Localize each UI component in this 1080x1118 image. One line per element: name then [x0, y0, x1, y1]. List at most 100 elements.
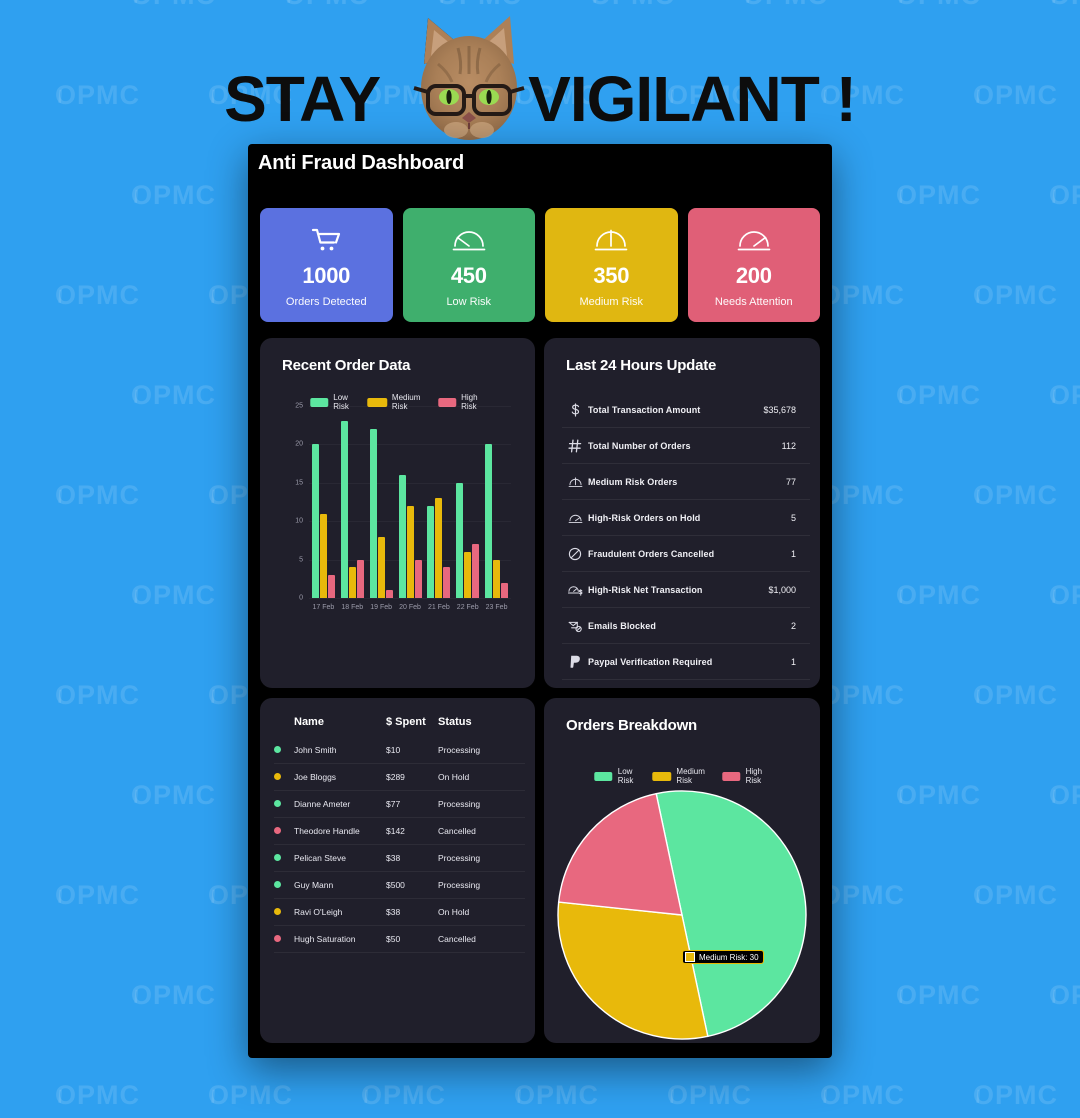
legend-item[interactable]: Low Risk — [594, 767, 641, 785]
bar-group[interactable] — [369, 429, 393, 598]
last-24-hours-panel: Last 24 Hours Update Total Transaction A… — [544, 338, 820, 688]
stat-row[interactable]: High-Risk Orders on Hold 5 — [562, 500, 810, 536]
bar[interactable] — [435, 498, 443, 598]
gauge-high-icon — [562, 512, 588, 524]
x-axis-tick: 19 Feb — [370, 604, 393, 611]
status-dot — [274, 908, 281, 915]
x-axis-tick: 23 Feb — [485, 604, 508, 611]
table-row[interactable]: Dianne Ameter $77 Processing — [274, 790, 525, 818]
bar[interactable] — [340, 421, 348, 598]
bar[interactable] — [398, 475, 406, 598]
cell-name: Theodore Handle — [294, 817, 386, 845]
bar-group[interactable] — [485, 444, 509, 598]
stat-row[interactable]: High-Risk Net Transaction $1,000 — [562, 572, 810, 608]
kpi-label: Medium Risk — [579, 295, 644, 308]
hash-icon — [562, 439, 588, 453]
kpi-value: 200 — [735, 262, 772, 288]
stat-value: 112 — [781, 440, 796, 451]
cat-with-glasses-image — [413, 16, 525, 140]
stat-value: $1,000 — [768, 584, 796, 595]
stat-label: Paypal Verification Required — [588, 656, 713, 667]
status-dot — [274, 935, 281, 942]
cell-spent: $500 — [386, 871, 438, 899]
orders-table: Name $ Spent Status John Smith $10 Processin… — [274, 712, 525, 953]
table-row[interactable]: Joe Bloggs $289 On Hold — [274, 763, 525, 791]
hero-banner: STAY VIGILANT ! — [0, 0, 1080, 146]
stat-row[interactable]: Total Number of Orders 112 — [562, 428, 810, 464]
table-header-row: Name $ Spent Status — [274, 712, 525, 737]
bar-group[interactable] — [456, 482, 480, 598]
stat-row[interactable]: Fraudulent Orders Cancelled 1 — [562, 536, 810, 572]
bar[interactable] — [406, 505, 414, 598]
cell-name: Joe Bloggs — [294, 763, 386, 791]
table-col-spent: $ Spent — [386, 716, 426, 728]
x-axis-tick: 17 Feb — [312, 604, 335, 611]
table-row[interactable]: Ravi O'Leigh $38 On Hold — [274, 898, 525, 926]
table-row[interactable]: Hugh Saturation $50 Cancelled — [274, 925, 525, 953]
stat-row[interactable]: Paypal Verification Required 1 — [562, 644, 810, 680]
legend-swatch — [594, 771, 613, 781]
bar[interactable] — [443, 567, 451, 598]
bar[interactable] — [319, 513, 327, 598]
legend-swatch — [722, 771, 741, 781]
table-row[interactable]: Pelican Steve $38 Processing — [274, 844, 525, 872]
bar[interactable] — [327, 574, 335, 598]
bar[interactable] — [385, 590, 393, 598]
pie-tooltip: Medium Risk: 30 — [682, 950, 764, 964]
grid-line — [309, 444, 511, 446]
table-row[interactable]: John Smith $10 Processing — [274, 737, 525, 764]
grid-line — [309, 406, 511, 407]
kpi-value: 350 — [593, 262, 630, 288]
cell-spent: $50 — [386, 925, 438, 953]
table-row[interactable]: Theodore Handle $142 Cancelled — [274, 817, 525, 845]
stat-label: Medium Risk Orders — [588, 476, 678, 487]
cell-status: Processing — [438, 844, 525, 872]
hero-text-left: STAY — [224, 63, 381, 135]
no-entry-icon — [562, 547, 588, 561]
cell-status: Processing — [438, 871, 525, 899]
cell-spent: $10 — [386, 737, 438, 764]
kpi-card-medium-risk[interactable]: 350 Medium Risk — [545, 208, 678, 322]
stats-list: Total Transaction Amount $35,678 Total Num… — [562, 392, 810, 680]
bar[interactable] — [414, 559, 422, 598]
bar[interactable] — [427, 505, 435, 598]
bar[interactable] — [356, 559, 364, 598]
legend-item[interactable]: Medium Risk — [651, 767, 711, 785]
orders-table-panel: Name $ Spent Status John Smith $10 Processin… — [260, 698, 535, 1043]
stat-label: Fraudulent Orders Cancelled — [588, 548, 715, 559]
stat-row[interactable]: Emails Blocked 2 — [562, 608, 810, 644]
bar-group[interactable] — [340, 421, 364, 598]
bar[interactable] — [311, 444, 319, 598]
stat-row[interactable]: Total Transaction Amount $35,678 — [562, 392, 810, 428]
bar-group[interactable] — [427, 498, 451, 598]
bar[interactable] — [348, 567, 356, 598]
bar-group[interactable] — [398, 475, 422, 598]
status-dot — [274, 800, 281, 807]
bar[interactable] — [377, 536, 385, 598]
bar[interactable] — [501, 582, 509, 598]
table-col-status: Status — [438, 716, 472, 728]
bar[interactable] — [456, 482, 464, 598]
gauge-medium-icon — [562, 476, 588, 488]
bar[interactable] — [369, 429, 377, 598]
stat-row[interactable]: Medium Risk Orders 77 — [562, 464, 810, 500]
bar-group[interactable] — [311, 444, 335, 598]
pie-chart[interactable]: Medium Risk: 30 — [557, 790, 807, 1040]
kpi-label: Low Risk — [446, 295, 492, 308]
kpi-card-orders-detected[interactable]: 1000 Orders Detected — [260, 208, 393, 322]
legend-item[interactable]: High Risk — [722, 767, 769, 785]
y-axis-tick: 20 — [295, 440, 303, 448]
table-row[interactable]: Guy Mann $500 Processing — [274, 871, 525, 899]
stat-label: High-Risk Net Transaction — [588, 584, 703, 595]
bar[interactable] — [493, 559, 501, 598]
stat-value: 77 — [785, 476, 796, 487]
kpi-card-low-risk[interactable]: 450 Low Risk — [402, 208, 535, 322]
gauge-high-icon — [737, 223, 771, 257]
status-dot — [274, 773, 281, 780]
bar[interactable] — [472, 544, 480, 598]
bar[interactable] — [485, 444, 493, 598]
bar[interactable] — [464, 551, 472, 598]
stat-label: Total Transaction Amount — [588, 404, 701, 415]
x-axis-tick: 20 Feb — [399, 604, 421, 611]
kpi-card-needs-attention[interactable]: 200 Needs Attention — [687, 208, 820, 322]
